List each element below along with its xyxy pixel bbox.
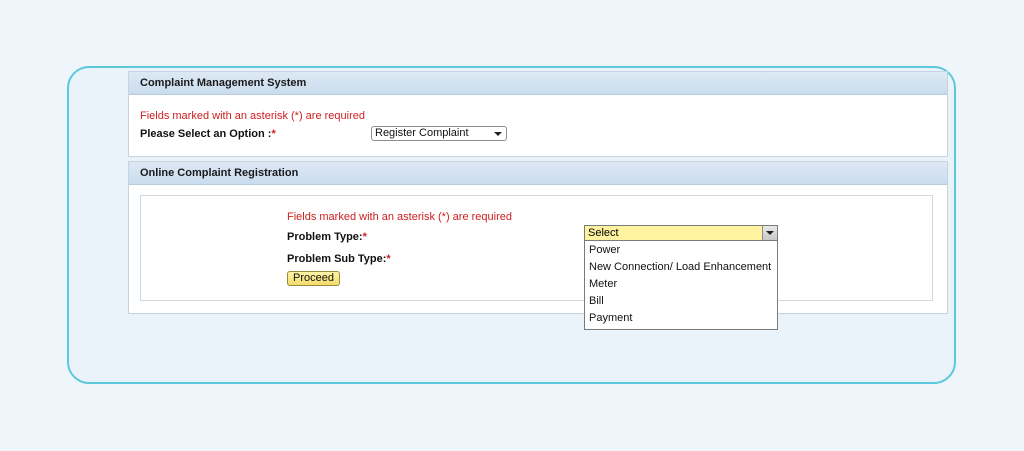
cms-title: Complaint Management System <box>140 77 307 89</box>
registration-form-box: Fields marked with an asterisk (*) are r… <box>140 195 933 301</box>
chevron-down-icon <box>494 132 502 136</box>
option-label: Please Select an Option :* <box>140 128 276 140</box>
problem-sub-type-required-star: * <box>386 253 391 265</box>
problem-sub-type-label-text: Problem Sub Type: <box>287 253 387 265</box>
cms-panel: Complaint Management System Fields marke… <box>128 71 948 157</box>
problem-type-label-text: Problem Type: <box>287 231 363 243</box>
option-bill[interactable]: Bill <box>585 293 777 310</box>
proceed-button[interactable]: Proceed <box>287 271 340 286</box>
registration-panel: Online Complaint Registration Fields mar… <box>128 161 948 314</box>
problem-type-selected-value: Select <box>588 227 619 239</box>
problem-type-label: Problem Type:* <box>287 231 367 243</box>
problem-type-required-star: * <box>362 231 367 243</box>
cms-required-note: Fields marked with an asterisk (*) are r… <box>140 110 365 122</box>
option-select-value: Register Complaint <box>375 127 469 139</box>
option-label-text: Please Select an Option : <box>140 128 272 140</box>
problem-type-options: Power New Connection/ Load Enhancement M… <box>585 241 777 329</box>
option-power[interactable]: Power <box>585 242 777 259</box>
option-new-connection[interactable]: New Connection/ Load Enhancement <box>585 259 777 276</box>
cms-panel-header: Complaint Management System <box>129 72 947 95</box>
registration-title: Online Complaint Registration <box>140 167 299 179</box>
option-meter[interactable]: Meter <box>585 276 777 293</box>
option-payment[interactable]: Payment <box>585 310 777 327</box>
registration-required-note: Fields marked with an asterisk (*) are r… <box>287 211 512 223</box>
problem-type-dropdown[interactable]: Select Power New Connection/ Load Enhanc… <box>584 225 778 330</box>
registration-panel-header: Online Complaint Registration <box>129 162 947 185</box>
problem-sub-type-label: Problem Sub Type:* <box>287 253 391 265</box>
dropdown-arrow-icon[interactable] <box>762 226 777 240</box>
option-select[interactable]: Register Complaint <box>371 126 507 141</box>
problem-type-select[interactable]: Select <box>585 226 777 241</box>
option-required-star: * <box>271 128 276 140</box>
